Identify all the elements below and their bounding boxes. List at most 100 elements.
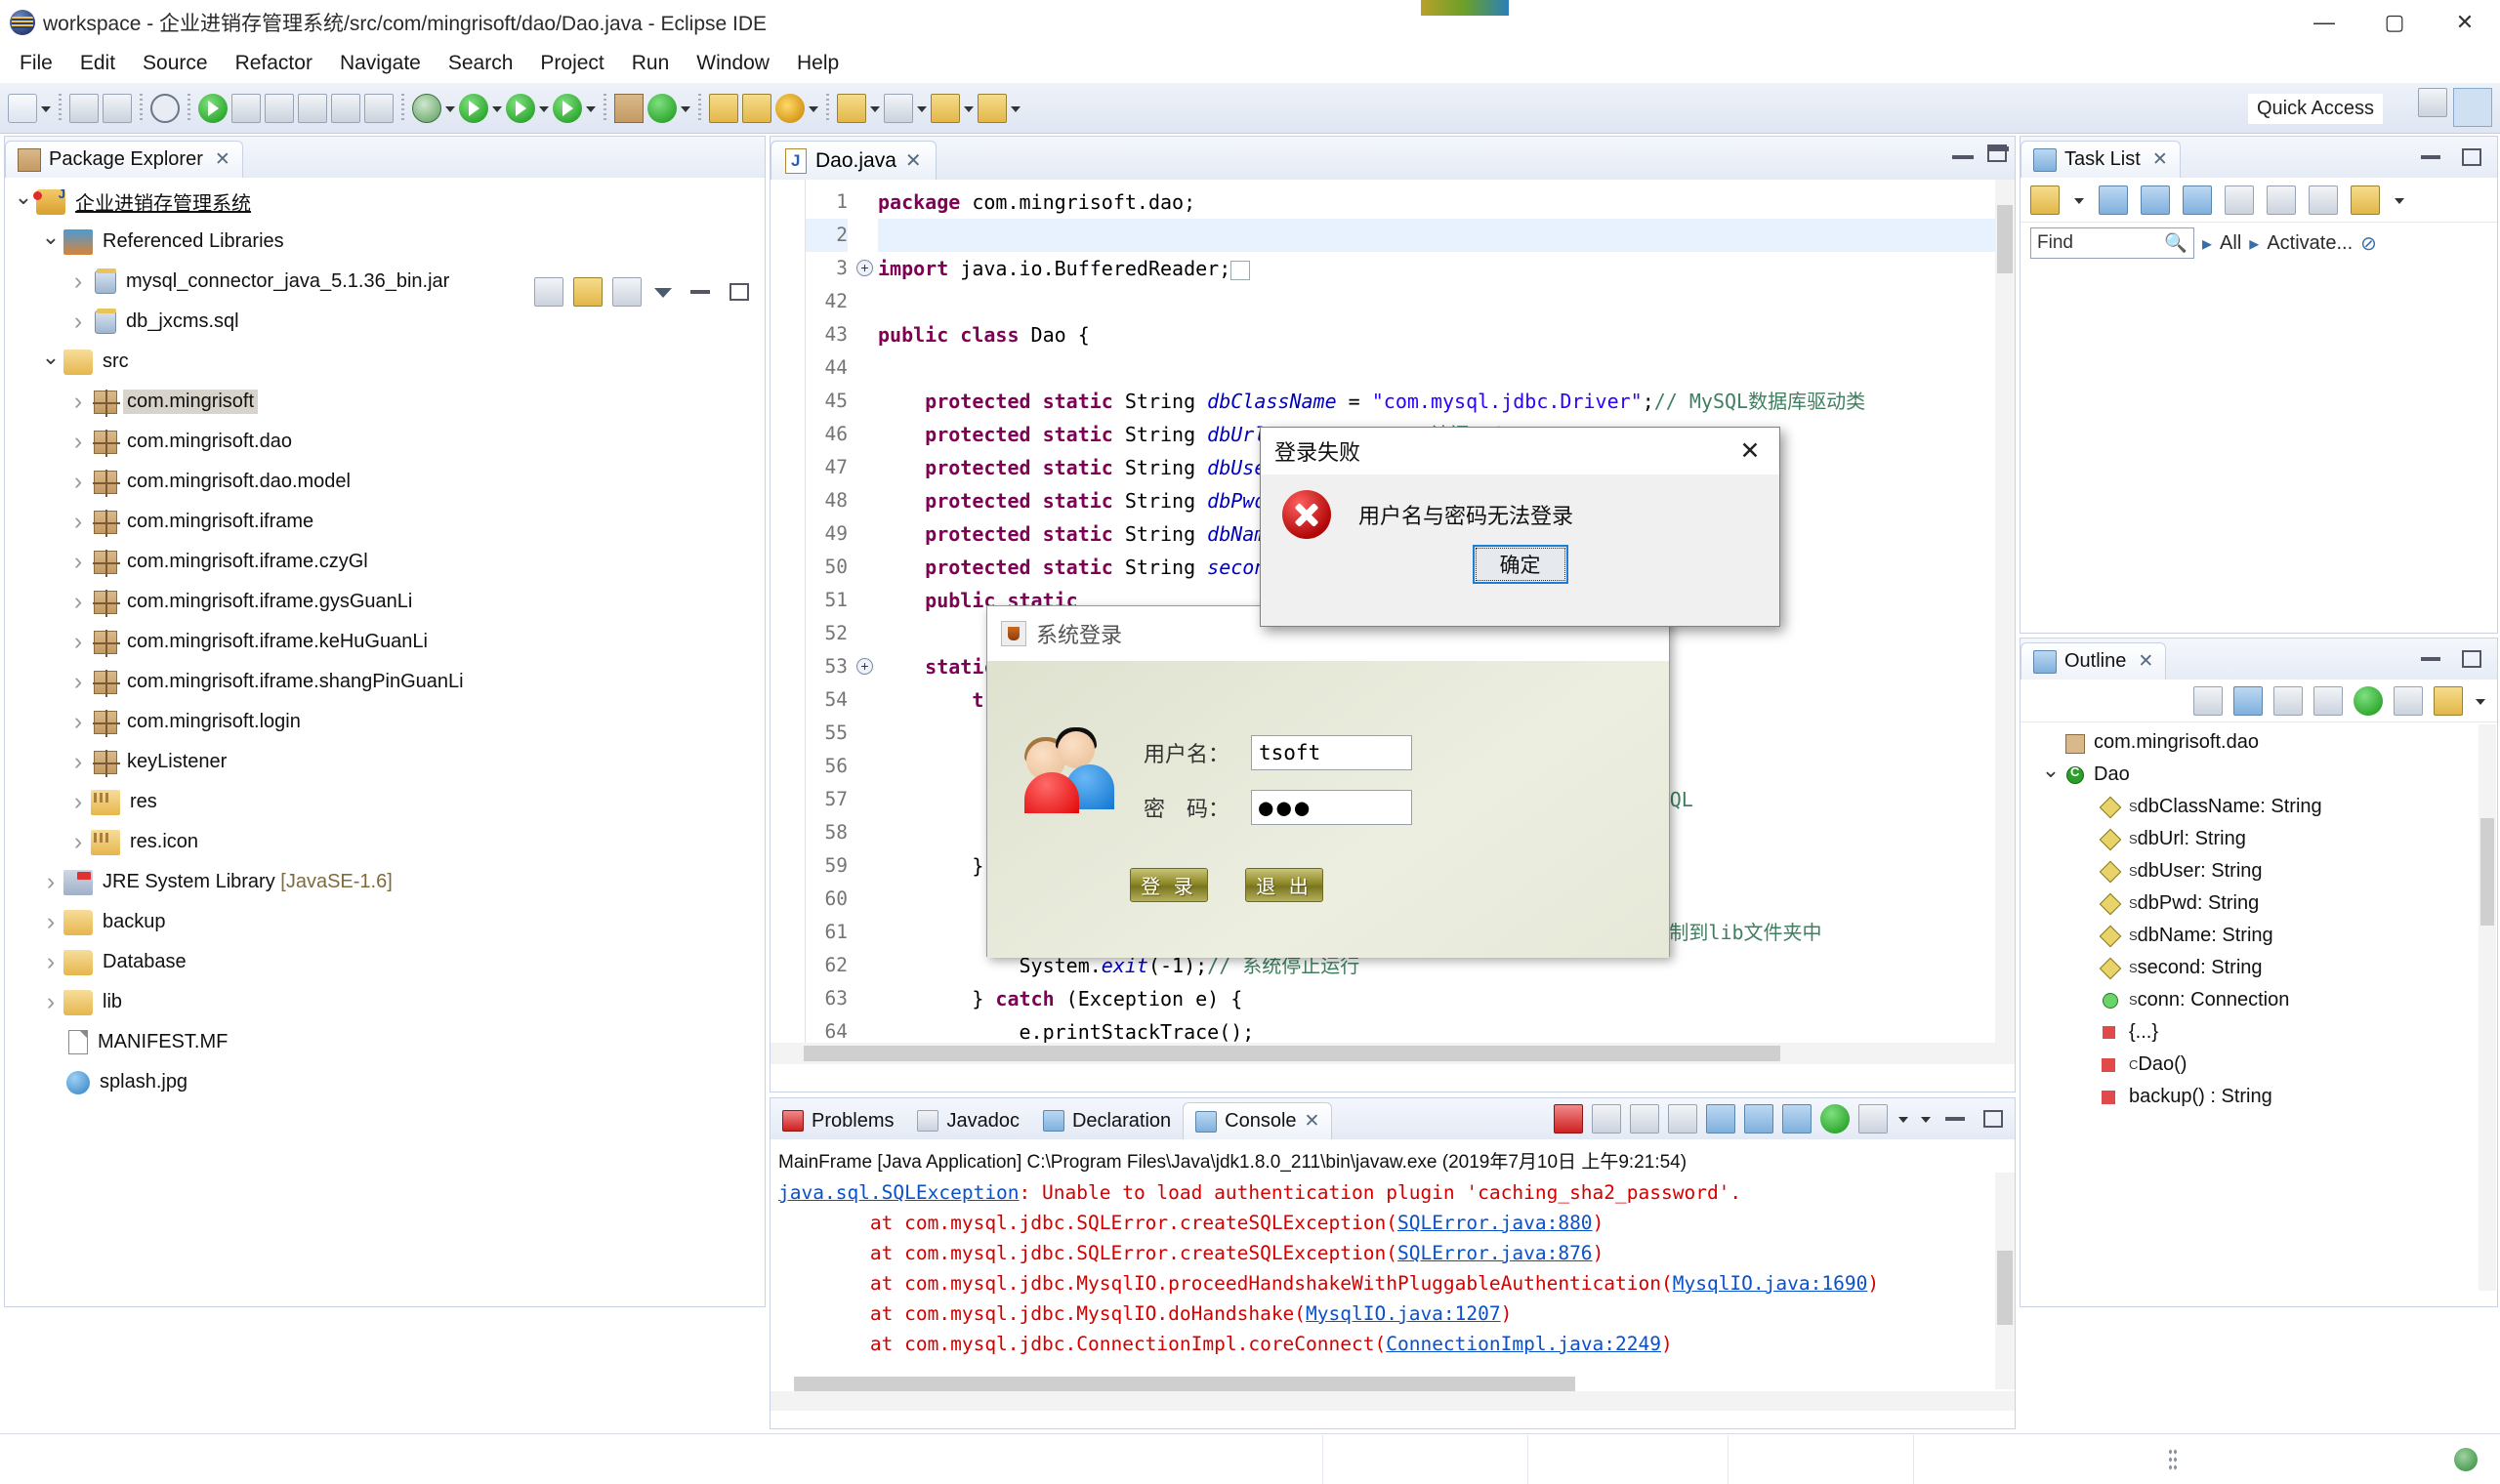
activate-link[interactable]: Activate... <box>2267 232 2353 255</box>
minimize-icon[interactable] <box>687 277 716 307</box>
chevron-right-icon[interactable] <box>65 828 91 856</box>
coverage-icon[interactable] <box>553 93 582 123</box>
menu-search[interactable]: Search <box>435 50 527 77</box>
search-icon[interactable]: 🔍 <box>2164 231 2188 255</box>
outline-item[interactable]: Ssecond : String <box>2021 952 2497 984</box>
close-icon[interactable]: ✕ <box>905 148 922 173</box>
search-dropdown-icon[interactable] <box>807 92 820 125</box>
tab-package-explorer[interactable]: Package Explorer ✕ <box>5 141 243 178</box>
minimize-icon[interactable] <box>2417 644 2446 674</box>
next-annotation-dropdown-icon[interactable] <box>915 92 929 125</box>
outline-item[interactable]: SdbClassName : String <box>2021 791 2497 823</box>
tab-console[interactable]: Console ✕ <box>1183 1102 1333 1139</box>
forward-dropdown-icon[interactable] <box>1009 92 1022 125</box>
chevron-right-icon[interactable] <box>65 428 91 456</box>
close-icon[interactable]: ✕ <box>2138 650 2153 673</box>
tree-item[interactable]: Database <box>11 942 765 982</box>
coverage-dropdown-icon[interactable] <box>584 92 598 125</box>
tree-item[interactable]: db_jxcms.sql <box>11 302 765 342</box>
tree-item[interactable]: JRE System Library [JavaSE-1.6] <box>11 862 765 902</box>
remove-launch-icon[interactable] <box>1592 1104 1621 1134</box>
outline-item[interactable]: SdbPwd : String <box>2021 887 2497 920</box>
debug-dropdown-icon[interactable] <box>443 92 457 125</box>
tree-item[interactable]: lib <box>11 982 765 1022</box>
menu-navigate[interactable]: Navigate <box>326 50 435 77</box>
open-resource-icon[interactable] <box>709 93 738 123</box>
save-icon[interactable] <box>69 93 99 123</box>
menu-edit[interactable]: Edit <box>66 50 129 77</box>
smart-insert-icon[interactable] <box>2454 1447 2478 1471</box>
menu-window[interactable]: Window <box>683 50 783 77</box>
open-type-icon[interactable] <box>298 93 327 123</box>
chevron-right-icon[interactable] <box>38 988 63 1016</box>
forward-icon[interactable] <box>978 93 1007 123</box>
tab-javadoc[interactable]: Javadoc <box>905 1102 1031 1139</box>
chevron-right-icon[interactable] <box>65 308 91 336</box>
remove-all-launches-icon[interactable] <box>1630 1104 1659 1134</box>
outline-item[interactable]: SdbName : String <box>2021 920 2497 952</box>
chevron-right-icon[interactable] <box>65 788 91 816</box>
hide-fields-icon[interactable] <box>2273 685 2303 716</box>
outline-item[interactable]: Sconn : Connection <box>2021 984 2497 1016</box>
close-icon[interactable]: ✕ <box>215 148 230 171</box>
maximize-icon[interactable] <box>726 277 755 307</box>
tree-item[interactable]: com.mingrisoft.iframe.keHuGuanLi <box>11 622 765 662</box>
maximize-icon[interactable] <box>2458 644 2487 674</box>
exit-button[interactable]: 退 出 <box>1245 868 1323 902</box>
chevron-down-icon[interactable] <box>2038 763 2063 788</box>
fold-toggle-icon[interactable]: + <box>856 650 878 683</box>
console-dropdown-icon[interactable] <box>1896 1102 1910 1135</box>
new-task-dropdown-icon[interactable] <box>2072 184 2086 217</box>
tree-item[interactable]: com.mingrisoft <box>11 382 765 422</box>
open-folder-icon[interactable] <box>742 93 771 123</box>
tree-item[interactable]: com.mingrisoft.iframe.gysGuanLi <box>11 582 765 622</box>
tree-item[interactable]: splash.jpg <box>11 1062 765 1102</box>
new-dropdown-icon[interactable] <box>39 92 53 125</box>
focus-on-active-task-icon[interactable] <box>612 277 642 307</box>
sort-icon[interactable] <box>2233 685 2263 716</box>
new-java-project-icon[interactable] <box>231 93 261 123</box>
schedule-icon[interactable] <box>2141 185 2170 215</box>
run-dropdown-icon[interactable] <box>490 92 504 125</box>
tab-dao-java[interactable]: Dao.java ✕ <box>771 141 937 180</box>
scrollbar-thumb[interactable] <box>1997 205 2013 273</box>
run-icon[interactable] <box>459 93 488 123</box>
outline-item[interactable]: {...} <box>2021 1016 2497 1049</box>
collapse-all-icon[interactable] <box>2309 185 2338 215</box>
close-button[interactable]: ✕ <box>2430 0 2500 44</box>
login-button[interactable]: 登 录 <box>1130 868 1208 902</box>
menu-file[interactable]: File <box>6 50 66 77</box>
tree-item[interactable]: com.mingrisoft.iframe <box>11 502 765 542</box>
outline-item[interactable]: com.mingrisoft.dao <box>2021 726 2497 759</box>
maximize-button[interactable]: ▢ <box>2359 0 2430 44</box>
last-edit-dropdown-icon[interactable] <box>868 92 882 125</box>
tree-item[interactable]: src <box>11 342 765 382</box>
console-vertical-scrollbar[interactable] <box>1995 1173 2015 1389</box>
outline-item[interactable]: C Dao() <box>2021 1049 2497 1081</box>
close-icon[interactable]: ✕ <box>1730 436 1770 466</box>
chevron-down-icon[interactable] <box>38 350 63 375</box>
outline-item[interactable]: SdbUrl : String <box>2021 823 2497 855</box>
scroll-lock-icon[interactable] <box>1706 1104 1735 1134</box>
tab-task-list[interactable]: Task List ✕ <box>2021 141 2181 178</box>
view-menu-icon[interactable] <box>651 277 677 307</box>
search-icon[interactable] <box>775 93 805 123</box>
editor-horizontal-scrollbar[interactable] <box>771 1043 2015 1064</box>
console-horizontal-scrollbar[interactable] <box>771 1377 2015 1411</box>
chevron-right-icon[interactable] <box>65 548 91 576</box>
show-whitespace-icon[interactable] <box>364 93 394 123</box>
next-annotation-icon[interactable] <box>884 93 913 123</box>
view-menu-icon[interactable] <box>2474 684 2487 718</box>
new-package-icon[interactable] <box>614 93 644 123</box>
scrollbar-thumb[interactable] <box>794 1377 1575 1391</box>
tab-problems[interactable]: Problems <box>771 1102 905 1139</box>
password-input[interactable]: ●●● <box>1251 790 1412 825</box>
package-explorer-tree[interactable]: 企业进销存管理系统 Referenced Libraries mysql_conne… <box>5 178 765 1102</box>
open-perspective-icon[interactable] <box>2418 88 2447 117</box>
tree-item[interactable]: com.mingrisoft.iframe.czyGl <box>11 542 765 582</box>
toggle-mark-occurrences-icon[interactable] <box>331 93 360 123</box>
tree-item[interactable]: com.mingrisoft.iframe.shangPinGuanLi <box>11 662 765 702</box>
chevron-right-icon[interactable] <box>65 628 91 656</box>
menu-run[interactable]: Run <box>618 50 684 77</box>
minimize-icon[interactable] <box>1952 155 1974 159</box>
